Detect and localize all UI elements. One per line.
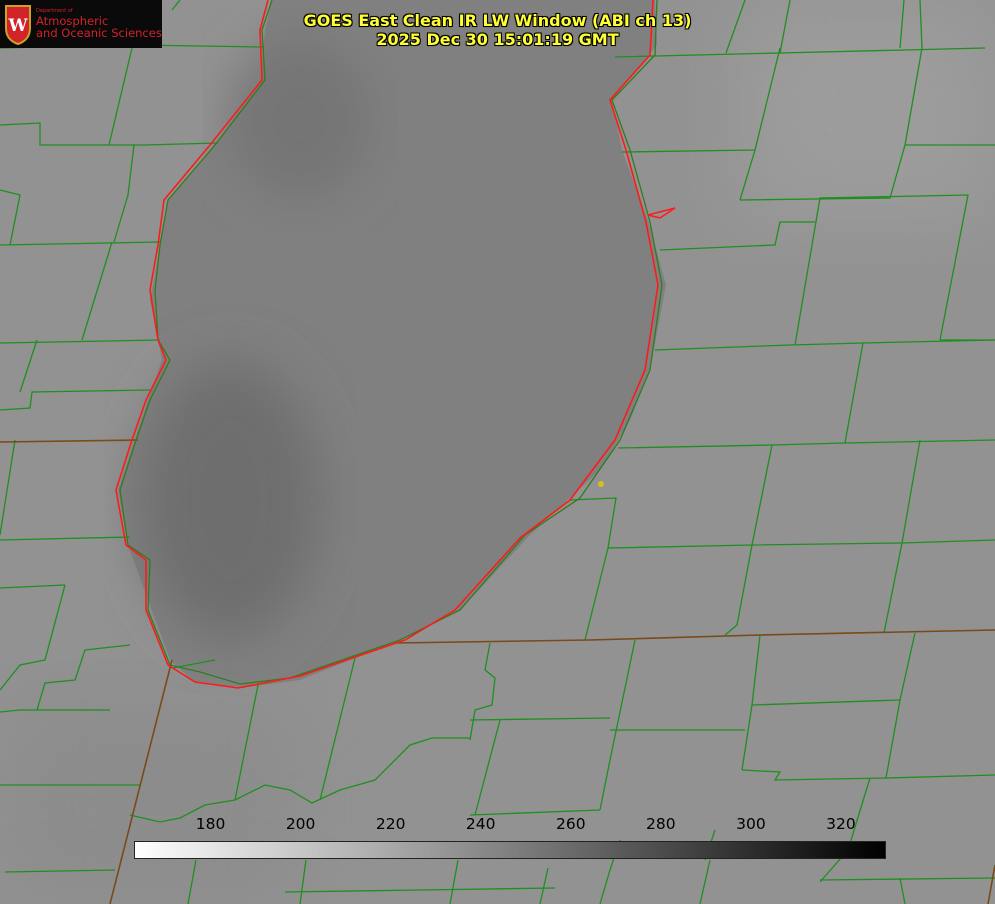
map-timestamp: 2025 Dec 30 15:01:19 GMT (376, 30, 619, 49)
land-patch-sw (0, 700, 300, 904)
colorbar-tick-300: 300 (736, 815, 766, 833)
site-marker-dot (598, 481, 604, 487)
cold-lake-patch (140, 360, 320, 640)
colorbar-tick-220: 220 (375, 815, 406, 833)
cold-lake-patch-north (230, 40, 370, 200)
colorbar-tick-320: 320 (826, 815, 856, 833)
colorbar-tick-200: 200 (285, 815, 316, 833)
map-title: GOES East Clean IR LW Window (ABI ch 13) (303, 11, 692, 30)
colorbar-tick-180: 180 (195, 815, 226, 833)
satellite-map-view: W Department of Atmospheric and Oceanic … (0, 0, 995, 904)
colorbar-tick-280: 280 (646, 815, 676, 833)
ir-satellite-map (0, 0, 995, 904)
colorbar-tick-260: 260 (555, 815, 586, 833)
colorbar-tick-240: 240 (465, 815, 496, 833)
colorbar (134, 841, 886, 859)
